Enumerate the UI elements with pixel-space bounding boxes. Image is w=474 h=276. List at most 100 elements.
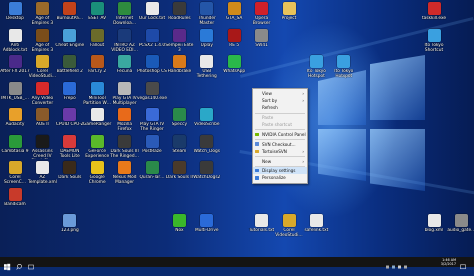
desktop-icon[interactable]: Dark Souls xyxy=(56,159,84,193)
menu-item-label: SVN Checkout... xyxy=(262,141,296,147)
menu-item-label: Paste shortcut xyxy=(262,122,292,128)
desktop-icon[interactable]: Ito Tokyo Shortcut xyxy=(420,27,448,61)
desktop-icon-label: Fallout xyxy=(90,42,105,48)
desktop-icon-label: After FX 2017 xyxy=(0,69,30,74)
desktop-icon[interactable]: Google Chrome xyxy=(83,159,111,193)
menu-item-paste[interactable]: Paste xyxy=(253,114,307,121)
app-icon xyxy=(172,2,186,15)
app-icon xyxy=(90,81,104,95)
desktop-icon-label: PostRaze xyxy=(142,148,162,154)
desktop-icon[interactable]: Dark Souls II xyxy=(165,159,193,193)
app-icon xyxy=(145,134,159,148)
desktop-icon[interactable]: Handbrake xyxy=(165,53,193,87)
menu-item-label: TortoiseSVN xyxy=(262,148,287,154)
chevron-right-icon: › xyxy=(302,148,304,154)
app-icon xyxy=(8,55,22,68)
menu-item-nvidia-control-panel[interactable]: NVIDIA Control Panel xyxy=(253,131,307,138)
menu-item-view[interactable]: View › xyxy=(253,90,307,97)
display-settings-icon xyxy=(255,168,259,173)
app-icon xyxy=(90,134,104,148)
desktop-icon[interactable]: Quran-Tar… xyxy=(138,159,166,193)
desktop-icon-label: WatchDogs2 xyxy=(193,175,221,180)
desktop-icon[interactable]: audio_gate… xyxy=(447,212,474,246)
system-tray-icons xyxy=(386,265,407,269)
desktop-icon-label: WhatsApp xyxy=(223,69,246,74)
app-icon xyxy=(172,161,186,174)
desktop-icon-label: Google Chrome xyxy=(88,175,106,185)
app-icon xyxy=(145,108,159,121)
app-icon xyxy=(118,161,132,174)
chevron-right-icon: › xyxy=(302,158,304,164)
clock[interactable]: 1:46 AM 3/2/2017 xyxy=(441,258,456,267)
desktop-icon-label: Nexus Mod Manager xyxy=(112,175,137,185)
personalize-icon xyxy=(255,176,259,180)
taskbar: 1:46 AM 3/2/2017 xyxy=(0,257,474,271)
desktop-icon-label: Corel VideoStudi… xyxy=(275,228,303,238)
desktop-icon[interactable]: Corel VideoStudi… xyxy=(275,212,303,246)
menu-item-label: View xyxy=(262,91,272,96)
desktop-icon-label: Handbrake xyxy=(167,69,192,74)
menu-item-personalize[interactable]: Personalize xyxy=(253,174,307,181)
menu-item-new[interactable]: New › xyxy=(253,158,307,165)
app-icon xyxy=(309,214,323,227)
desktop-icon-label: Age of Empires 3 xyxy=(31,16,54,26)
menu-item-label: Sort by xyxy=(262,98,278,104)
app-icon xyxy=(172,55,186,68)
menu-item-label: Personalize xyxy=(262,175,286,181)
app-icon xyxy=(172,214,186,227)
desktop-icon[interactable]: Ito Tokyo Hotspot xyxy=(302,53,330,87)
app-icon xyxy=(282,214,296,227)
app-icon xyxy=(90,108,104,121)
app-icon xyxy=(172,108,186,121)
desktop-icon[interactable]: blog.xml xyxy=(420,212,448,246)
desktop-icon[interactable]: 123.png xyxy=(56,212,84,246)
menu-item-svn-checkout[interactable]: SVN Checkout... xyxy=(253,141,307,148)
desktop-icon-label: Dark Souls III The Ringed… xyxy=(110,148,139,159)
desktop-icon[interactable]: Multi-Drive xyxy=(193,212,221,246)
desktop-icon-label: BurnoutPa… xyxy=(56,16,84,21)
desktop-icon-label: Dark Souls II xyxy=(165,175,193,180)
desktop-icon[interactable]: Nexus Mod Manager xyxy=(111,159,139,193)
menu-item-paste-shortcut[interactable]: Paste shortcut xyxy=(253,121,307,128)
desktop-icon-label: vegas140.exe xyxy=(137,95,167,101)
desktop-icon[interactable]: WatchDogs2 xyxy=(193,159,221,193)
tray-icons[interactable] xyxy=(384,257,414,269)
desktop-icon[interactable]: AZ Template.xml xyxy=(28,159,57,193)
desktop-icon[interactable]: Ito Tokyo Hotspot xyxy=(330,53,358,87)
desktop-icon-label: FarCry 2 xyxy=(88,69,107,74)
desktop-icon-label: Thunder Master xyxy=(197,16,216,26)
desktop-icon-label: Age of Empires 3 xyxy=(31,42,54,53)
menu-item-label: New xyxy=(262,158,272,164)
desktop[interactable]: Desktop Age of Empires 3 BurnoutPa… ESET AV… xyxy=(0,0,474,257)
desktop-icon-label: Uplay xyxy=(200,42,213,48)
desktop-icon[interactable]: USB Tethering xyxy=(193,53,221,87)
desktop-icon[interactable]: safelink.txt xyxy=(302,212,330,246)
menu-item-sort-by[interactable]: Sort by › xyxy=(253,97,307,104)
app-icon xyxy=(90,55,104,68)
desktop-icon-label: 123.png xyxy=(60,228,79,233)
desktop-icon-label: taskkill.exe xyxy=(421,16,447,21)
start-button[interactable] xyxy=(2,257,12,271)
menu-item-tortoisesvn[interactable]: TortoiseSVN › xyxy=(253,148,307,155)
desktop-icon[interactable]: Tutorials.txt xyxy=(248,212,276,246)
desktop-icon-label: RE 5 xyxy=(229,42,240,48)
desktop-icon[interactable]: WhatsApp xyxy=(220,53,248,87)
search-button[interactable] xyxy=(14,257,24,270)
desktop-icon[interactable]: Nox xyxy=(165,212,193,246)
desktop-icon-label: Anti Adblock.txt xyxy=(2,42,28,53)
desktop-icon-label: Nox xyxy=(175,228,184,233)
desktop-icon[interactable]: SW41 xyxy=(248,27,276,61)
desktop-icon-label: GeForce Experience xyxy=(85,148,110,159)
menu-item-display-settings[interactable]: Display settings xyxy=(253,167,307,175)
notification-button[interactable] xyxy=(458,257,468,270)
desktop-icon-label: Corel ScreenC… xyxy=(3,175,27,185)
app-icon xyxy=(172,28,186,42)
desktop-icon[interactable]: Project xyxy=(275,0,303,34)
desktop-icon-label: Any Video Converter xyxy=(31,95,54,106)
app-icon xyxy=(90,161,104,174)
menu-item-refresh[interactable]: Refresh xyxy=(253,104,307,111)
desktop-icon[interactable]: Bandicam xyxy=(1,186,29,220)
task-view-button[interactable] xyxy=(26,257,36,270)
app-icon xyxy=(145,28,159,42)
app-icon xyxy=(118,134,132,148)
